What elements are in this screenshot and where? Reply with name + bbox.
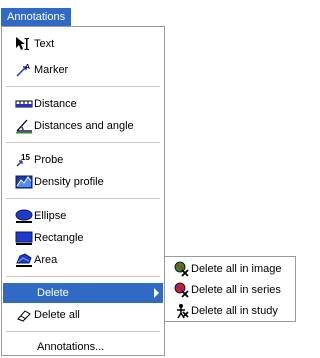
menu-item-label: Probe xyxy=(34,154,64,166)
delete-series-icon xyxy=(172,282,190,298)
menu-item-label: Delete xyxy=(37,287,69,299)
menu-separator xyxy=(6,331,160,332)
menu-item-distances-and-angle[interactable]: Distances and angle xyxy=(3,116,163,136)
ruler-icon xyxy=(15,96,33,112)
menu-item-label: Text xyxy=(34,38,55,50)
probe-icon: 15 xyxy=(15,152,33,168)
angle-icon xyxy=(15,118,33,134)
annotations-menu-screen: Annotations Text A Marker Distance Dista… xyxy=(0,0,307,358)
menu-separator xyxy=(6,276,160,277)
delete-image-icon xyxy=(172,261,190,277)
menu-item-density-profile[interactable]: Density profile xyxy=(3,172,163,192)
text-annotation-icon xyxy=(15,36,33,52)
menu-item-label: Rectangle xyxy=(34,232,84,244)
menu-item-probe[interactable]: 15 Probe xyxy=(3,150,163,170)
svg-text:15: 15 xyxy=(21,153,30,162)
submenu-item-label: Delete all in image xyxy=(191,263,282,275)
submenu-item-delete-all-in-study[interactable]: Delete all in study xyxy=(166,301,294,321)
menu-item-label: Area xyxy=(34,254,58,266)
menu-item-distance[interactable]: Distance xyxy=(3,94,163,114)
submenu-item-label: Delete all in series xyxy=(191,284,281,296)
rectangle-icon xyxy=(15,230,33,246)
menu-item-rectangle[interactable]: Rectangle xyxy=(3,228,163,248)
menu-item-label: Ellipse xyxy=(34,210,67,222)
menu-item-area[interactable]: Area xyxy=(3,250,163,270)
menu-item-text[interactable]: Text xyxy=(3,34,163,54)
annotations-menu-title[interactable]: Annotations xyxy=(1,8,72,26)
submenu-arrow-icon xyxy=(154,288,159,298)
submenu-item-delete-all-in-series[interactable]: Delete all in series xyxy=(166,280,294,300)
menu-item-label: Marker xyxy=(34,64,69,76)
menu-item-label: Density profile xyxy=(34,176,104,188)
ellipse-icon xyxy=(15,208,33,224)
marker-icon: A xyxy=(15,62,33,78)
menu-item-annotations-dialog[interactable]: Annotations... xyxy=(3,337,163,357)
delete-submenu: Delete all in image Delete all in series xyxy=(164,256,296,322)
submenu-item-delete-all-in-image[interactable]: Delete all in image xyxy=(166,259,294,279)
menu-separator xyxy=(6,198,160,199)
menu-item-label: Distances and angle xyxy=(34,120,134,132)
menu-item-delete-all[interactable]: Delete all xyxy=(3,305,163,325)
area-icon xyxy=(15,252,33,268)
menu-item-delete[interactable]: Delete xyxy=(3,283,163,303)
eraser-icon xyxy=(15,307,33,323)
delete-study-icon xyxy=(172,303,190,319)
submenu-item-label: Delete all in study xyxy=(191,305,278,317)
menu-item-ellipse[interactable]: Ellipse xyxy=(3,206,163,226)
menu-separator xyxy=(6,142,160,143)
menu-item-marker[interactable]: A Marker xyxy=(3,60,163,80)
menu-item-label: Annotations... xyxy=(37,341,105,353)
annotations-dropdown: Text A Marker Distance Distances and ang… xyxy=(1,26,165,356)
menu-separator xyxy=(6,86,160,87)
menu-item-label: Distance xyxy=(34,98,77,110)
density-profile-icon xyxy=(15,174,33,190)
svg-text:A: A xyxy=(25,64,30,71)
menu-item-label: Delete all xyxy=(34,309,80,321)
